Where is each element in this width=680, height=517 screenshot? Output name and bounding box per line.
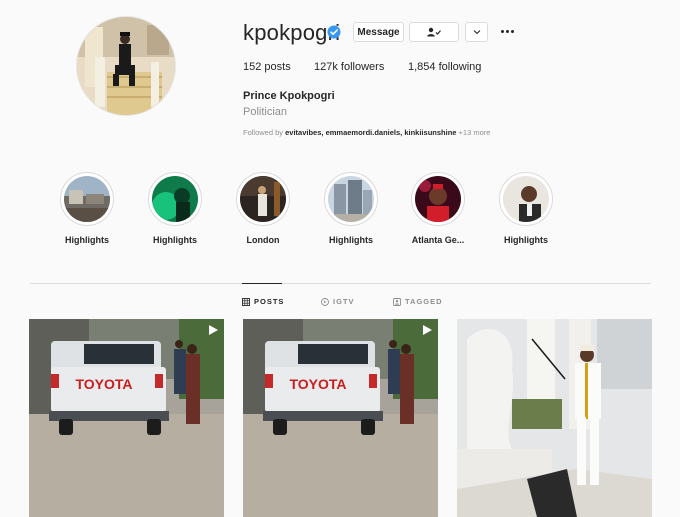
story-highlight[interactable]: Atlanta Ge... (398, 172, 478, 245)
highlight-label: Atlanta Ge... (411, 235, 465, 245)
following-count: 1,854 (408, 61, 436, 73)
followed-by-names: evitavibes, emmaemordi.daniels, kinkiisu… (285, 128, 457, 137)
tabs-divider (30, 283, 651, 284)
highlight-ring (411, 172, 465, 226)
tab-igtv[interactable]: IGTV (321, 297, 355, 306)
story-highlight[interactable]: Highlights (311, 172, 391, 245)
highlight-label: Highlights (329, 235, 373, 245)
story-highlight[interactable]: London (223, 172, 303, 245)
message-button-label: Message (357, 26, 400, 38)
tab-tagged-label: TAGGED (405, 297, 443, 306)
tab-posts[interactable]: POSTS (242, 297, 284, 306)
tab-tagged[interactable]: TAGGED (393, 297, 443, 306)
highlight-cover (415, 176, 461, 222)
story-highlight[interactable]: Highlights (47, 172, 127, 245)
following-label: following (438, 61, 482, 73)
video-play-icon (209, 325, 218, 335)
tab-igtv-label: IGTV (333, 297, 355, 306)
message-button[interactable]: Message (353, 22, 404, 42)
video-play-icon (423, 325, 432, 335)
followed-by-more: +13 more (458, 128, 491, 137)
highlight-cover (328, 176, 374, 222)
highlight-label: London (246, 235, 280, 245)
truck-brand-text: TOYOTA (289, 376, 346, 392)
highlight-ring (499, 172, 553, 226)
stat-following[interactable]: 1,854 following (408, 61, 481, 73)
post-thumbnail[interactable]: TOYOTA (243, 319, 438, 517)
suggested-dropdown-button[interactable] (465, 22, 488, 42)
truck-brand-text: TOYOTA (75, 376, 132, 392)
stat-posts: 152 posts (243, 61, 291, 73)
more-dot (505, 29, 509, 33)
followed-by-text[interactable]: Followed by evitavibes, emmaemordi.danie… (243, 128, 490, 137)
tag-person-icon (393, 297, 401, 306)
posts-label: posts (264, 61, 291, 73)
highlight-cover (503, 176, 549, 222)
story-highlight[interactable]: Highlights (486, 172, 566, 245)
highlight-ring (148, 172, 202, 226)
profile-avatar[interactable] (76, 16, 176, 116)
profile-full-name: Prince Kpokpogri (243, 90, 335, 102)
followers-count: 127k (314, 61, 338, 73)
posts-count: 152 (243, 61, 262, 73)
tab-posts-label: POSTS (254, 297, 285, 306)
chevron-down-icon (473, 30, 480, 35)
more-options-button[interactable] (498, 23, 516, 39)
highlight-ring (236, 172, 290, 226)
highlight-ring (60, 172, 114, 226)
profile-category: Politician (243, 106, 288, 118)
highlight-label: Highlights (65, 235, 109, 245)
highlight-cover (64, 176, 110, 222)
more-dot (510, 29, 514, 33)
post-thumbnail[interactable] (457, 319, 652, 517)
grid-icon (242, 297, 250, 306)
more-horizontal-icon (500, 29, 504, 33)
profile-username: kpokpogri (243, 20, 341, 45)
highlight-label: Highlights (153, 235, 197, 245)
highlight-ring (324, 172, 378, 226)
highlight-cover (240, 176, 286, 222)
active-tab-indicator (242, 283, 282, 284)
igtv-icon (321, 297, 329, 306)
person-check-icon (427, 27, 441, 37)
followed-by-prefix: Followed by (243, 128, 284, 137)
post-thumbnail[interactable]: TOYOTA (29, 319, 224, 517)
highlight-label: Highlights (504, 235, 548, 245)
verified-badge-icon (327, 25, 341, 39)
highlight-cover (152, 176, 198, 222)
stat-followers[interactable]: 127k followers (314, 61, 384, 73)
following-button[interactable] (409, 22, 459, 42)
story-highlight[interactable]: Highlights (135, 172, 215, 245)
followers-label: followers (340, 61, 385, 73)
